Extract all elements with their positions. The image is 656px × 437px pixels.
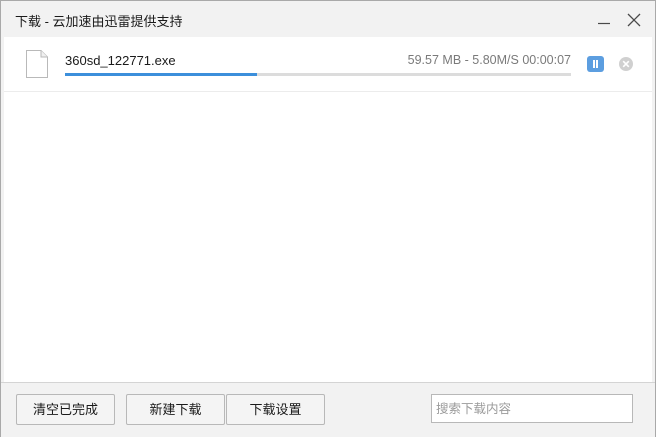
search-input[interactable] — [431, 394, 633, 423]
pause-icon[interactable] — [587, 56, 604, 72]
progress-fill — [65, 73, 258, 76]
file-size: 59.57 MB — [407, 53, 462, 67]
file-icon — [25, 49, 49, 79]
title-bar: 下载 - 云加速由迅雷提供支持 — [1, 1, 655, 37]
footer-bar: 清空已完成 新建下载 下载设置 — [1, 382, 655, 437]
download-settings-button[interactable]: 下载设置 — [226, 394, 325, 425]
clear-completed-button[interactable]: 清空已完成 — [16, 394, 115, 425]
file-name[interactable]: 360sd_122771.exe — [65, 53, 176, 68]
pause-bar-left — [593, 60, 595, 68]
download-list: 360sd_122771.exe 59.57 MB - 5.80M/S 00:0… — [4, 37, 652, 382]
pause-bar-right — [596, 60, 598, 68]
download-speed: 5.80M/S — [472, 53, 519, 67]
close-icon[interactable] — [623, 9, 645, 31]
cancel-circle-icon[interactable] — [618, 56, 634, 72]
download-window: 下载 - 云加速由迅雷提供支持 360sd_122771.exe 59.57 M… — [0, 0, 656, 437]
time-remaining: 00:00:07 — [522, 53, 571, 67]
download-item[interactable]: 360sd_122771.exe 59.57 MB - 5.80M/S 00:0… — [4, 37, 652, 92]
new-download-button[interactable]: 新建下载 — [126, 394, 225, 425]
window-title: 下载 - 云加速由迅雷提供支持 — [15, 14, 183, 29]
progress-bar — [65, 73, 571, 76]
minimize-icon[interactable] — [593, 9, 615, 31]
stats-separator: - — [461, 53, 473, 67]
download-stats: 59.57 MB - 5.80M/S 00:00:07 — [408, 53, 571, 67]
